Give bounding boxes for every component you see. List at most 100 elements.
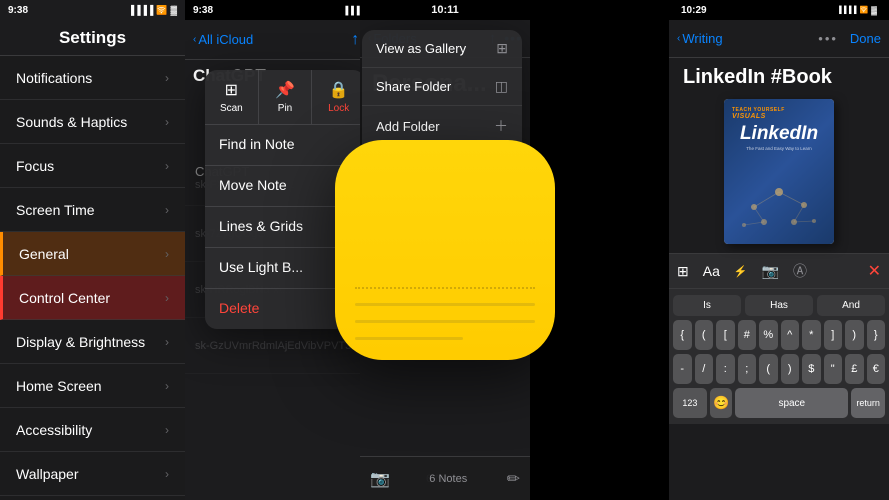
- settings-status-right: ▐▐▐▐ 🛜 ▓: [128, 5, 177, 16]
- settings-list: Notifications › Sounds & Haptics › Focus…: [0, 56, 185, 500]
- key-percent[interactable]: %: [759, 320, 778, 350]
- camera-icon[interactable]: 📷: [370, 469, 390, 489]
- writing-panel: 10:29 ▐▐▐▐ 🛜 ▓ ‹ Writing ••• Done Linked…: [669, 0, 889, 500]
- chevron-right-icon: ›: [165, 71, 169, 85]
- camera-toolbar-icon[interactable]: 📷: [762, 263, 779, 280]
- key-is[interactable]: Is: [673, 295, 741, 316]
- add-folder-icon: ＋: [494, 116, 508, 136]
- settings-title: Settings: [59, 28, 126, 48]
- book-cover-area: Teach Yourself VISUALS LinkedIn The Fast…: [669, 93, 889, 253]
- key-return[interactable]: return: [851, 388, 885, 418]
- writing-status-icons: ▐▐▐▐ 🛜 ▓: [837, 6, 877, 15]
- settings-item-sounds[interactable]: Sounds & Haptics ›: [0, 100, 185, 144]
- settings-item-screen-time[interactable]: Screen Time ›: [0, 188, 185, 232]
- book-brand: Teach Yourself VISUALS: [732, 107, 785, 120]
- lock-icon: 🔒: [329, 80, 349, 100]
- done-button[interactable]: Done: [850, 31, 881, 46]
- writing-nav: ‹ Writing ••• Done: [669, 20, 889, 58]
- key-semicolon[interactable]: ;: [738, 354, 757, 384]
- key-close-bracket[interactable]: ]: [824, 320, 843, 350]
- notes-app-icon[interactable]: [335, 140, 555, 360]
- key-pound[interactable]: £: [845, 354, 864, 384]
- notes-spacer-2: [355, 323, 535, 337]
- key-and[interactable]: And: [817, 295, 885, 316]
- signal-icon: ▐▐▐▐: [837, 7, 857, 14]
- grid-toolbar-icon[interactable]: ⊞: [677, 263, 689, 280]
- settings-panel: 9:38 ▐▐▐▐ 🛜 ▓ Settings Notifications › S…: [0, 0, 185, 500]
- share-folder-button[interactable]: Share Folder ◫: [362, 68, 522, 106]
- settings-item-display[interactable]: Display & Brightness ›: [0, 320, 185, 364]
- chevron-left-icon: ‹: [193, 34, 196, 45]
- key-open-paren[interactable]: (: [695, 320, 714, 350]
- chevron-right-icon: ›: [165, 423, 169, 437]
- share-icon[interactable]: ↑: [351, 31, 359, 49]
- key-dollar[interactable]: $: [802, 354, 821, 384]
- writing-title-area: LinkedIn #Book: [669, 58, 889, 93]
- book-cover-inner: Teach Yourself VISUALS LinkedIn The Fast…: [724, 99, 834, 244]
- view-gallery-button[interactable]: View as Gallery ⊞: [362, 30, 522, 68]
- key-space[interactable]: space: [735, 388, 848, 418]
- pin-button[interactable]: 📌 Pin: [258, 70, 313, 124]
- chat-back-button[interactable]: ‹ All iCloud: [193, 32, 253, 47]
- notes-spacer-1: [355, 306, 535, 320]
- key-euro[interactable]: €: [867, 354, 886, 384]
- settings-item-control-center[interactable]: Control Center ›: [0, 276, 185, 320]
- writing-nav-actions: ••• Done: [818, 31, 881, 46]
- writing-back-button[interactable]: ‹ Writing: [677, 31, 723, 46]
- writing-keyboard-area: Is Has And { ( [ # % ^ * ] ) } - / : ; (…: [669, 289, 889, 424]
- key-emoji[interactable]: 😊: [710, 388, 733, 418]
- key-open-brace[interactable]: {: [673, 320, 692, 350]
- key-quote[interactable]: ": [824, 354, 843, 384]
- grid-icon: ⊞: [496, 40, 508, 57]
- settings-item-home-screen[interactable]: Home Screen ›: [0, 364, 185, 408]
- chevron-right-icon: ›: [165, 159, 169, 173]
- keyboard-row-1: { ( [ # % ^ * ] ) }: [669, 318, 889, 352]
- notes-dotted-line: [355, 287, 535, 289]
- text-format-icon[interactable]: Aa: [703, 263, 720, 279]
- key-hash[interactable]: #: [738, 320, 757, 350]
- settings-item-wallpaper[interactable]: Wallpaper ›: [0, 452, 185, 496]
- key-star[interactable]: *: [802, 320, 821, 350]
- settings-item-general[interactable]: General ›: [0, 232, 185, 276]
- notes-icon-lines: [355, 164, 535, 340]
- book-main-title: LinkedIn: [732, 124, 826, 143]
- chevron-right-icon: ›: [165, 115, 169, 129]
- book-brand-line2: VISUALS: [732, 113, 785, 120]
- settings-item-accessibility[interactable]: Accessibility ›: [0, 408, 185, 452]
- chevron-right-icon: ›: [165, 379, 169, 393]
- settings-item-siri[interactable]: Siri & Search ›: [0, 496, 185, 500]
- key-open-bracket[interactable]: [: [716, 320, 735, 350]
- key-slash[interactable]: /: [695, 354, 714, 384]
- key-close-paren2[interactable]: ): [781, 354, 800, 384]
- pin-icon: 📌: [275, 80, 295, 100]
- text-style-icon[interactable]: Ⓐ: [793, 261, 807, 281]
- share-folder-icon: ◫: [495, 78, 508, 95]
- bullet-icon[interactable]: ⚡: [734, 265, 748, 278]
- scan-button[interactable]: ⊞ Scan: [205, 70, 258, 124]
- key-colon[interactable]: :: [716, 354, 735, 384]
- key-dash[interactable]: -: [673, 354, 692, 384]
- settings-title-bar: Settings: [0, 20, 185, 56]
- battery-icon: ▓: [170, 5, 177, 15]
- close-icon[interactable]: ✕: [868, 261, 881, 281]
- settings-item-notifications[interactable]: Notifications ›: [0, 56, 185, 100]
- chevron-right-icon: ›: [165, 335, 169, 349]
- compose-icon[interactable]: ✏: [507, 469, 520, 489]
- key-open-paren2[interactable]: (: [759, 354, 778, 384]
- lock-button[interactable]: 🔒 Lock: [312, 70, 365, 124]
- settings-item-focus[interactable]: Focus ›: [0, 144, 185, 188]
- context-menu-top: ⊞ Scan 📌 Pin 🔒 Lock: [205, 70, 365, 125]
- book-subtitle: The Fast and Easy Way to Learn: [732, 146, 826, 151]
- keyboard-special-row: Is Has And: [669, 293, 889, 318]
- notes-time: 10:11: [431, 4, 459, 16]
- more-icon[interactable]: •••: [818, 31, 838, 46]
- key-close-paren[interactable]: ): [845, 320, 864, 350]
- notes-icon-background: [335, 140, 555, 360]
- notes-line-3: [355, 337, 463, 340]
- key-close-brace[interactable]: }: [867, 320, 886, 350]
- network-svg: [734, 177, 824, 232]
- chevron-right-icon: ›: [165, 247, 169, 261]
- key-caret[interactable]: ^: [781, 320, 800, 350]
- key-has[interactable]: Has: [745, 295, 813, 316]
- key-123[interactable]: 123: [673, 388, 707, 418]
